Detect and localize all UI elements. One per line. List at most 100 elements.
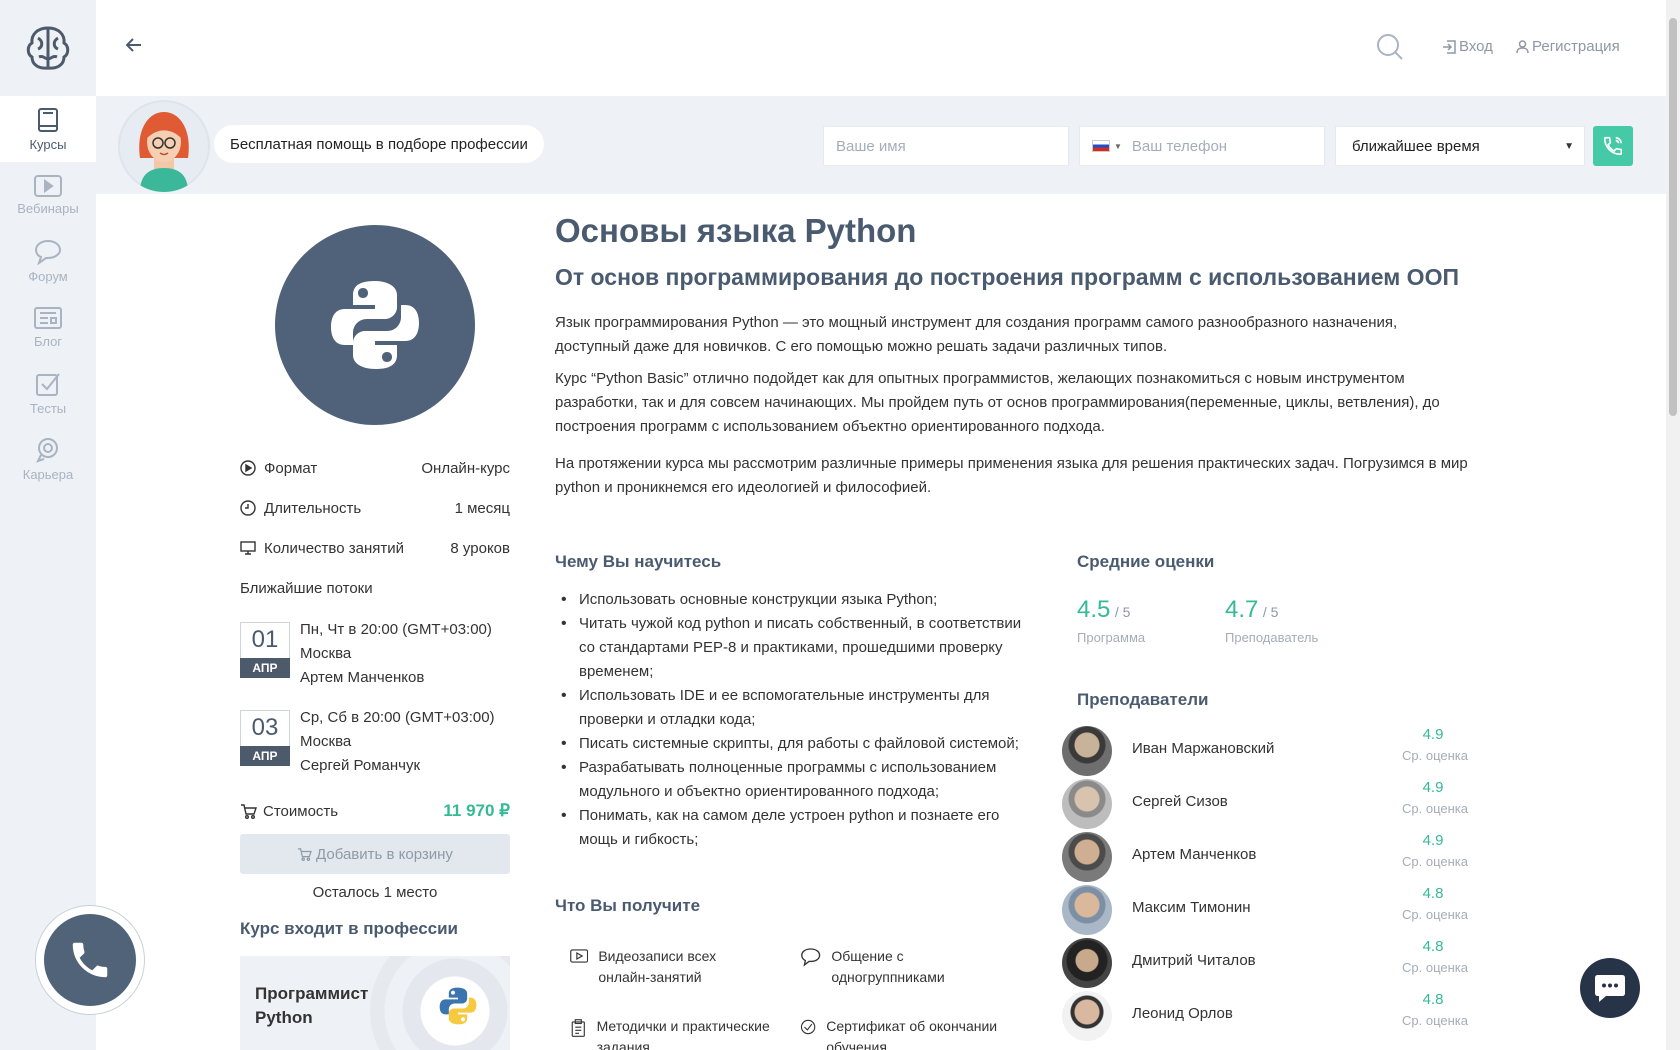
stream-day: 03 [251, 714, 279, 741]
chevron-down-icon[interactable]: ▼ [1114, 142, 1122, 151]
teacher-row[interactable]: Леонид Орлов 4.8 Ср. оценка [1062, 991, 1482, 1044]
consultation-bar: Бесплатная помощь в подборе профессии Ва… [96, 96, 1666, 194]
teacher-row[interactable]: Дмитрий Читалов 4.8 Ср. оценка [1062, 938, 1482, 991]
add-to-cart-button[interactable]: Добавить в корзину [240, 834, 510, 874]
phone-icon [72, 942, 108, 978]
benefit-item: Видеозаписи всех онлайн-занятий [570, 946, 770, 988]
login-link[interactable]: Вход [1442, 38, 1493, 55]
learn-heading: Чему Вы научитесь [555, 552, 722, 571]
teacher-score-label: Ср. оценка [1402, 801, 1468, 816]
price-value: 11 970 ₽ [443, 801, 510, 820]
sidebar-item-label: Тесты [29, 400, 67, 416]
seats-left-text: Осталось 1 место [312, 884, 438, 901]
page-title: Основы языка Python [555, 212, 917, 249]
avatar [1062, 885, 1112, 935]
book-icon [38, 107, 58, 132]
teacher-row[interactable]: Сергей Сизов 4.9 Ср. оценка [1062, 779, 1482, 832]
avatar [1062, 991, 1112, 1041]
teacher-row[interactable]: Артем Манченков 4.9 Ср. оценка [1062, 832, 1482, 885]
phone-input[interactable]: ▼ Ваш телефон [1079, 126, 1325, 166]
profession-card[interactable]: Программист Python [240, 956, 510, 1050]
stream-item[interactable]: 03 АПР Ср, Сб в 20:00 (GMT+03:00) Москва… [240, 709, 510, 780]
back-arrow-icon[interactable] [125, 38, 142, 57]
page-scrollbar[interactable] [1666, 0, 1680, 1050]
call-widget-button[interactable] [35, 905, 145, 1015]
stream-date: 01 АПР [240, 622, 290, 678]
teacher-name: Иван Маржановский [1132, 740, 1275, 757]
teacher-score-label: Ср. оценка [1402, 1013, 1468, 1028]
rating-max: / 5 [1262, 604, 1279, 620]
avatar [1062, 938, 1112, 988]
price-row: Стоимость 11 970 ₽ [240, 799, 510, 823]
avatar [1062, 832, 1112, 882]
scrollbar-thumb[interactable] [1669, 18, 1677, 416]
description-paragraph: На протяжении курса мы рассмотрим различ… [555, 455, 1468, 496]
rating-max: / 5 [1114, 604, 1131, 620]
format-label: Формат [264, 459, 318, 477]
benefits-heading: Что Вы получите [555, 896, 701, 915]
cart-icon [241, 803, 257, 819]
login-icon [1443, 39, 1456, 54]
login-label: Вход [1459, 38, 1493, 55]
teacher-score: 4.8 [1422, 938, 1444, 955]
chat-widget-button[interactable] [1580, 958, 1640, 1018]
stream-schedule: Ср, Сб в 20:00 (GMT+03:00) [300, 709, 495, 726]
sidebar-item-label: Курсы [29, 136, 67, 152]
call-time-select[interactable]: ближайшее время ▼ [1335, 126, 1585, 166]
stream-schedule: Пн, Чт в 20:00 (GMT+03:00) [300, 621, 492, 638]
python-logo-icon [275, 225, 475, 425]
request-call-button[interactable] [1593, 126, 1633, 166]
monitor-icon [240, 541, 256, 555]
format-row: Формат Онлайн-курс [240, 453, 510, 483]
rating-label: Преподаватель [1225, 630, 1319, 645]
newspaper-icon [34, 306, 62, 329]
chevron-down-icon: ▼ [1564, 140, 1574, 152]
stream-city: Москва [300, 645, 352, 662]
play-circle-icon [240, 460, 256, 476]
avatar [1062, 726, 1112, 776]
stream-teacher: Артем Манченков [300, 669, 425, 686]
list-item: Разрабатывать полноценные программы с ис… [555, 756, 1035, 804]
teacher-score-label: Ср. оценка [1402, 907, 1468, 922]
teacher-name: Леонид Орлов [1132, 1005, 1233, 1022]
sidebar-item-career[interactable]: Карьера [0, 426, 96, 492]
professions-heading: Курс входит в профессии [240, 919, 459, 938]
russia-flag-icon[interactable] [1092, 140, 1110, 152]
sidebar-item-label: Форум [28, 268, 68, 284]
chat-bubble-icon [34, 239, 62, 265]
duration-value: 1 месяц [454, 499, 510, 517]
sidebar-item-blog[interactable]: Блог [0, 294, 96, 360]
register-link[interactable]: Регистрация [1516, 38, 1620, 55]
streams-heading: Ближайшие потоки [240, 580, 373, 597]
duration-label: Длительность [264, 499, 362, 517]
list-item: Использовать IDE и ее вспомогательные ин… [555, 684, 1035, 732]
phone-placeholder: Ваш телефон [1131, 137, 1228, 155]
teacher-row[interactable]: Максим Тимонин 4.8 Ср. оценка [1062, 885, 1482, 938]
sidebar-item-tests[interactable]: Тесты [0, 360, 96, 426]
clipboard-icon [571, 1019, 585, 1037]
duration-row: Длительность 1 месяц [240, 493, 510, 523]
teacher-row[interactable]: Иван Маржановский 4.9 Ср. оценка [1062, 726, 1482, 779]
search-icon[interactable] [1376, 33, 1404, 66]
sidebar-item-courses[interactable]: Курсы [0, 96, 96, 162]
learn-list: Использовать основные конструкции языка … [555, 588, 1035, 852]
rating-label: Программа [1077, 630, 1146, 645]
sidebar: Курсы Вебинары Форум Блог Тесты Карьера [0, 0, 96, 1050]
list-item: Читать чужой код python и писать собстве… [555, 612, 1035, 684]
stream-item[interactable]: 01 АПР Пн, Чт в 20:00 (GMT+03:00) Москва… [240, 621, 510, 692]
cart-icon [298, 847, 312, 861]
stream-teacher: Сергей Романчук [300, 757, 421, 774]
stream-city: Москва [300, 733, 352, 750]
brain-logo-icon[interactable] [0, 0, 96, 96]
lessons-row: Количество занятий 8 уроков [240, 533, 510, 563]
name-input[interactable]: Ваше имя [823, 126, 1069, 166]
rocket-icon [36, 437, 58, 463]
benefit-text: Методички и практические задания [596, 1018, 770, 1050]
teacher-name: Артем Манченков [1132, 846, 1257, 863]
rating-value: 4.5 [1077, 596, 1111, 623]
teacher-score-label: Ср. оценка [1402, 960, 1468, 975]
sidebar-item-webinars[interactable]: Вебинары [0, 162, 96, 228]
name-placeholder: Ваше имя [836, 137, 906, 155]
top-bar: Вход Регистрация [96, 0, 1666, 96]
sidebar-item-forum[interactable]: Форум [0, 228, 96, 294]
